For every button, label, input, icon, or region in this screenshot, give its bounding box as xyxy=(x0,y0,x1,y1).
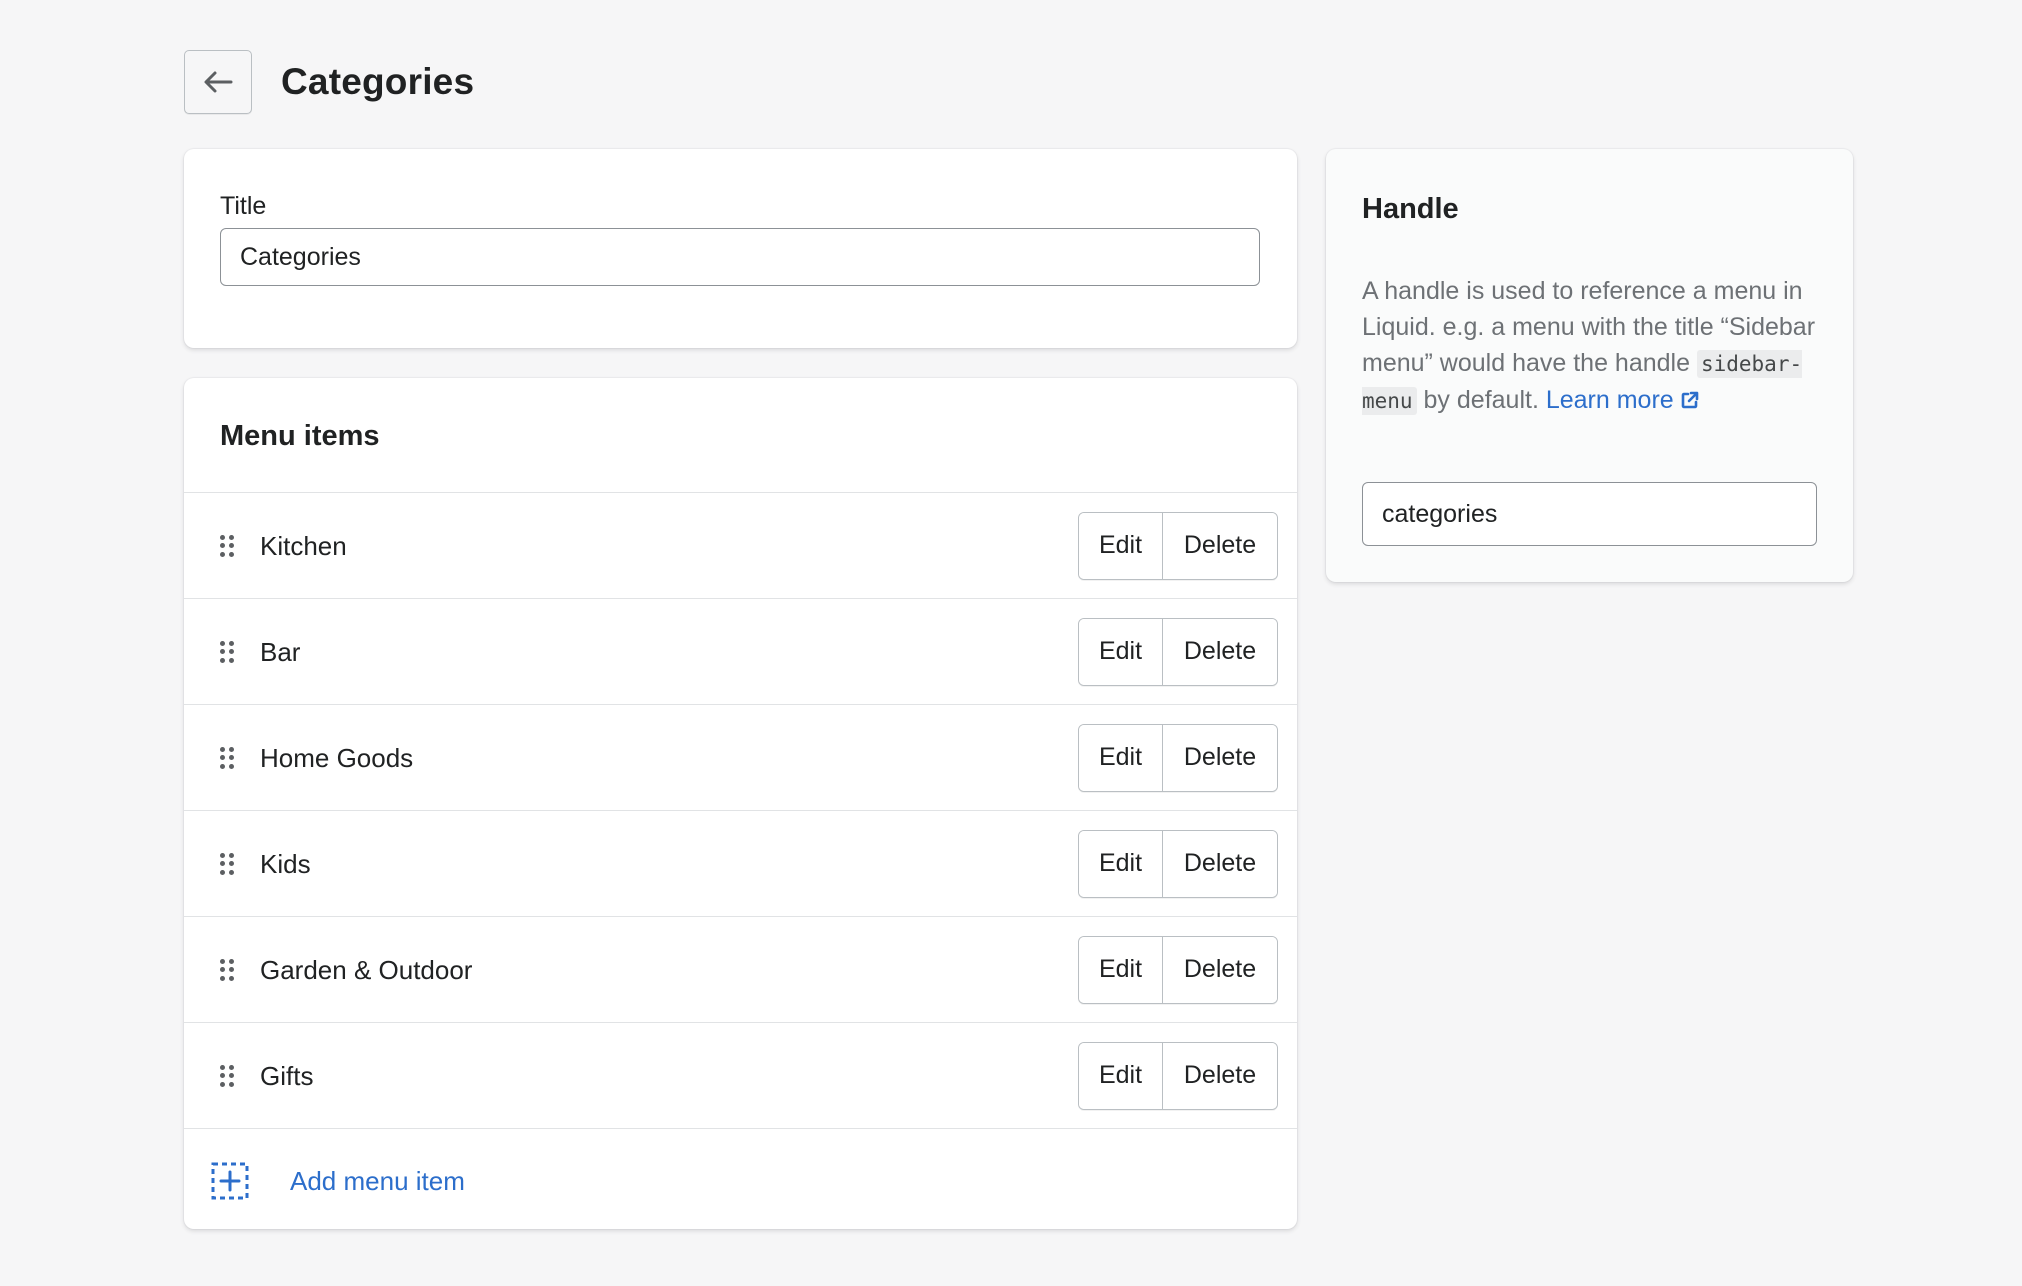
menu-items-list: Kitchen Edit Delete Bar Edit Delete Home… xyxy=(184,492,1297,1129)
edit-button[interactable]: Edit xyxy=(1079,830,1163,897)
add-menu-item-label: Add menu item xyxy=(290,1165,465,1196)
menu-item-row[interactable]: Home Goods Edit Delete xyxy=(184,705,1297,811)
menu-item-actions: Edit Delete xyxy=(1078,723,1278,792)
handle-description: A handle is used to reference a menu in … xyxy=(1362,273,1832,419)
delete-button[interactable]: Delete xyxy=(1163,724,1277,791)
menu-items-heading: Menu items xyxy=(220,420,380,452)
delete-button[interactable]: Delete xyxy=(1163,618,1277,685)
menu-item-actions: Edit Delete xyxy=(1078,617,1278,686)
edit-button[interactable]: Edit xyxy=(1079,1042,1163,1109)
menu-item-label: Home Goods xyxy=(260,742,414,773)
menu-item-row[interactable]: Bar Edit Delete xyxy=(184,599,1297,705)
menu-item-label: Kids xyxy=(260,848,311,879)
handle-input[interactable] xyxy=(1362,482,1817,546)
menu-item-label: Bar xyxy=(260,636,301,667)
edit-button[interactable]: Edit xyxy=(1079,512,1163,579)
page-title: Categories xyxy=(281,61,475,102)
menu-items-card: Menu items Kitchen Edit Delete Bar Edit … xyxy=(184,378,1297,1229)
menu-item-row[interactable]: Garden & Outdoor Edit Delete xyxy=(184,917,1297,1023)
drag-handle-icon[interactable] xyxy=(220,958,234,981)
add-dashed-square-icon xyxy=(211,1162,249,1199)
menu-item-row[interactable]: Kids Edit Delete xyxy=(184,811,1297,917)
arrow-left-icon xyxy=(204,71,233,93)
edit-button[interactable]: Edit xyxy=(1079,724,1163,791)
title-label: Title xyxy=(220,192,267,220)
title-input[interactable] xyxy=(220,228,1260,286)
drag-handle-icon[interactable] xyxy=(220,534,234,557)
learn-more-link[interactable]: Learn more xyxy=(1546,386,1700,414)
back-button[interactable] xyxy=(184,50,252,114)
menu-item-actions: Edit Delete xyxy=(1078,511,1278,580)
drag-handle-icon[interactable] xyxy=(220,852,234,875)
title-card: Title xyxy=(184,149,1297,348)
delete-button[interactable]: Delete xyxy=(1163,1042,1277,1109)
drag-handle-icon[interactable] xyxy=(220,640,234,663)
menu-item-label: Garden & Outdoor xyxy=(260,954,473,985)
menu-editor-page: Categories Title Menu items Kitchen Edit… xyxy=(0,0,2022,1286)
handle-heading: Handle xyxy=(1362,193,1459,225)
delete-button[interactable]: Delete xyxy=(1163,512,1277,579)
edit-button[interactable]: Edit xyxy=(1079,936,1163,1003)
delete-button[interactable]: Delete xyxy=(1163,936,1277,1003)
menu-item-actions: Edit Delete xyxy=(1078,935,1278,1004)
menu-item-row[interactable]: Kitchen Edit Delete xyxy=(184,493,1297,599)
learn-more-label: Learn more xyxy=(1545,386,1674,414)
drag-handle-icon[interactable] xyxy=(220,1064,234,1087)
handle-card: Handle A handle is used to reference a m… xyxy=(1326,149,1853,582)
menu-item-label: Kitchen xyxy=(260,530,347,561)
handle-description-suffix: by default. xyxy=(1423,386,1539,414)
menu-item-actions: Edit Delete xyxy=(1078,1041,1278,1110)
delete-button[interactable]: Delete xyxy=(1163,830,1277,897)
menu-item-row[interactable]: Gifts Edit Delete xyxy=(184,1023,1297,1129)
drag-handle-icon[interactable] xyxy=(220,746,234,769)
menu-item-actions: Edit Delete xyxy=(1078,829,1278,898)
edit-button[interactable]: Edit xyxy=(1079,618,1163,685)
external-link-icon xyxy=(1681,391,1699,409)
menu-item-label: Gifts xyxy=(260,1060,314,1091)
add-menu-item-button[interactable]: Add menu item xyxy=(184,1132,1297,1229)
